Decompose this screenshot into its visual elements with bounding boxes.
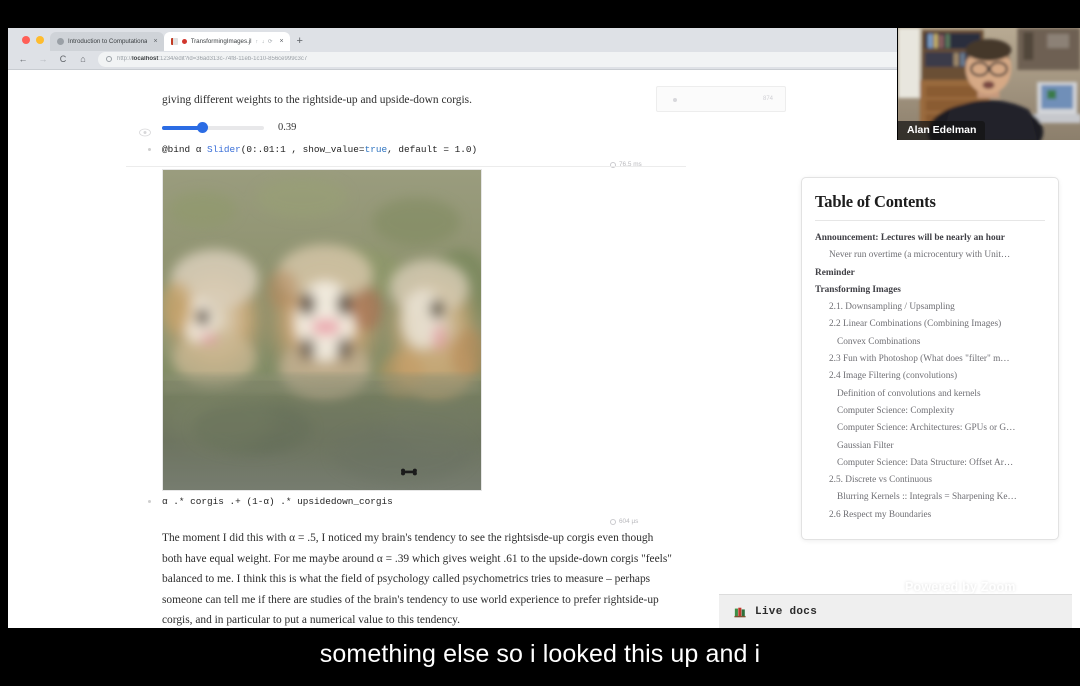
home-button[interactable]: ⌂ — [78, 54, 88, 64]
toc-item[interactable]: Reminder — [815, 265, 1045, 282]
toc-item[interactable]: 2.1. Downsampling / Upsampling — [815, 299, 1045, 316]
table-of-contents-title: Table of Contents — [815, 192, 936, 211]
slider-cell: 0.39 @bind α Slider(0:.01:1 , show_value… — [126, 120, 686, 168]
code-token-default: 1.0 — [454, 144, 472, 155]
combination-cell-timing-value: 604 µs — [619, 518, 639, 525]
toc-item[interactable]: Convex Combinations — [815, 334, 1045, 351]
back-button[interactable]: ← — [18, 54, 28, 64]
code-token-op3: .* — [274, 496, 298, 507]
toc-item[interactable]: 2.4 Image Filtering (convolutions) — [815, 368, 1045, 385]
slider-fill — [162, 125, 202, 130]
site-info-icon[interactable] — [106, 56, 112, 62]
toc-item[interactable]: Computer Science: Complexity — [815, 403, 1045, 420]
books-icon — [734, 607, 746, 617]
toc-item[interactable]: 2.3 Fun with Photoshop (What does "filte… — [815, 351, 1045, 368]
pluto-icon — [170, 38, 178, 45]
code-token-args-a: (0:.01:1 , show_value= — [240, 144, 365, 155]
toc-item[interactable]: Gaussian Filter — [815, 438, 1045, 455]
eye-icon[interactable] — [139, 128, 151, 137]
tab-status-glyphs: ↑ ↓ ⟳ — [255, 38, 274, 45]
browser-tab-intro-computation[interactable]: Introduction to Computationa × — [50, 32, 164, 51]
powered-by-zoom-label: Powered by Zoom — [905, 580, 1016, 594]
code-token-args-b: , default = — [387, 144, 455, 155]
alpha-slider[interactable] — [162, 121, 264, 133]
corgi-output-image — [162, 169, 482, 491]
toc-item[interactable]: 2.2 Linear Combinations (Combining Image… — [815, 316, 1045, 333]
slider-code-line[interactable]: @bind α Slider(0:.01:1 , show_value=true… — [162, 144, 477, 155]
forward-button[interactable]: → — [38, 54, 48, 64]
toc-item[interactable]: Transforming Images — [815, 282, 1045, 299]
code-token-slider-fn: Slider — [207, 144, 241, 155]
toc-item[interactable]: Announcement: Lectures will be nearly an… — [815, 230, 1045, 247]
close-icon[interactable]: × — [279, 38, 283, 45]
table-of-contents-panel[interactable]: Table of Contents Announcement: Lectures… — [801, 177, 1059, 540]
browser-tab-strip[interactable]: Introduction to Computationa × Transform… — [50, 31, 303, 51]
minimize-window-button[interactable] — [36, 36, 44, 44]
toc-item[interactable]: Computer Science: Data Structure: Offset… — [815, 455, 1045, 472]
live-docs-label: Live docs — [755, 605, 818, 618]
cell-bullet-icon — [148, 500, 151, 503]
code-token-op2: .+ — [223, 496, 247, 507]
participant-name-label: Alan Edelman — [898, 121, 986, 140]
intro-paragraph: giving different weights to the rightsid… — [162, 94, 472, 106]
video-frame: Introduction to Computationa × Transform… — [0, 0, 1080, 686]
toc-item[interactable]: Definition of convolutions and kernels — [815, 386, 1045, 403]
explanation-paragraph: The moment I did this with α = .5, I not… — [162, 532, 672, 626]
globe-icon — [57, 38, 64, 45]
combination-cell-timing: 604 µs — [610, 518, 638, 525]
divider — [815, 220, 1045, 221]
browser-tab-transforming-images[interactable]: TransformingImages.jl ↑ ↓ ⟳ × — [163, 32, 290, 51]
slider-thumb[interactable] — [196, 121, 208, 133]
slider-value-label: 0.39 — [278, 122, 297, 133]
toc-item[interactable]: 2.6 Respect my Boundaries — [815, 507, 1045, 524]
code-token-paren: (1-α) — [246, 496, 275, 507]
toc-item[interactable]: Computer Science: Architectures: GPUs or… — [815, 420, 1045, 437]
browser-tab-title: Introduction to Computationa — [68, 38, 148, 45]
toc-item[interactable]: Never run overtime (a microcentury with … — [815, 247, 1045, 264]
browser-tab-title: TransformingImages.jl — [190, 38, 252, 45]
timing-icon — [610, 518, 616, 525]
toc-item[interactable]: 2.5. Discrete vs Continuous — [815, 472, 1045, 489]
code-token-true: true — [364, 144, 388, 155]
close-window-button[interactable] — [22, 36, 30, 44]
code-token-upsidedown: upsidedown_corgis — [297, 496, 393, 507]
cell-bullet-icon — [148, 148, 151, 151]
letterbox-left — [0, 0, 8, 628]
combination-code-line[interactable]: α .* corgis .+ (1-α) .* upsidedown_corgi… — [162, 496, 393, 507]
pluto-notebook: giving different weights to the rightsid… — [126, 70, 686, 628]
cell-divider — [126, 166, 686, 167]
letterbox-top — [0, 0, 1080, 28]
table-of-contents-list[interactable]: Announcement: Lectures will be nearly an… — [815, 230, 1045, 524]
live-docs-bar[interactable]: Live docs — [719, 594, 1072, 628]
code-token-close: ) — [471, 144, 478, 155]
unsaved-changes-dot-icon — [181, 39, 187, 44]
new-tab-button[interactable]: + — [297, 35, 303, 47]
code-token-bind: @bind α — [162, 144, 208, 155]
close-icon[interactable]: × — [153, 38, 157, 45]
code-token-op1: .* — [167, 496, 191, 507]
caption-text: something else so i looked this up and i — [319, 640, 761, 668]
address-bar-url: http://localhost:1234/edit?id=36ad313c-7… — [117, 56, 308, 62]
blended-corgi-illustration — [163, 170, 481, 490]
toc-item[interactable]: Blurring Kernels :: Integrals = Sharpeni… — [815, 489, 1045, 506]
page-viewport: 874 giving different weights to the righ… — [8, 70, 1080, 628]
code-token-corgis: corgis — [190, 496, 224, 507]
webcam-pip[interactable]: Alan Edelman — [897, 28, 1080, 140]
alpha-slider-group[interactable]: 0.39 — [162, 121, 297, 133]
mit-logo — [977, 547, 1041, 569]
cell-fragment-value: 874 — [762, 96, 773, 102]
reload-button[interactable]: C — [58, 54, 68, 64]
